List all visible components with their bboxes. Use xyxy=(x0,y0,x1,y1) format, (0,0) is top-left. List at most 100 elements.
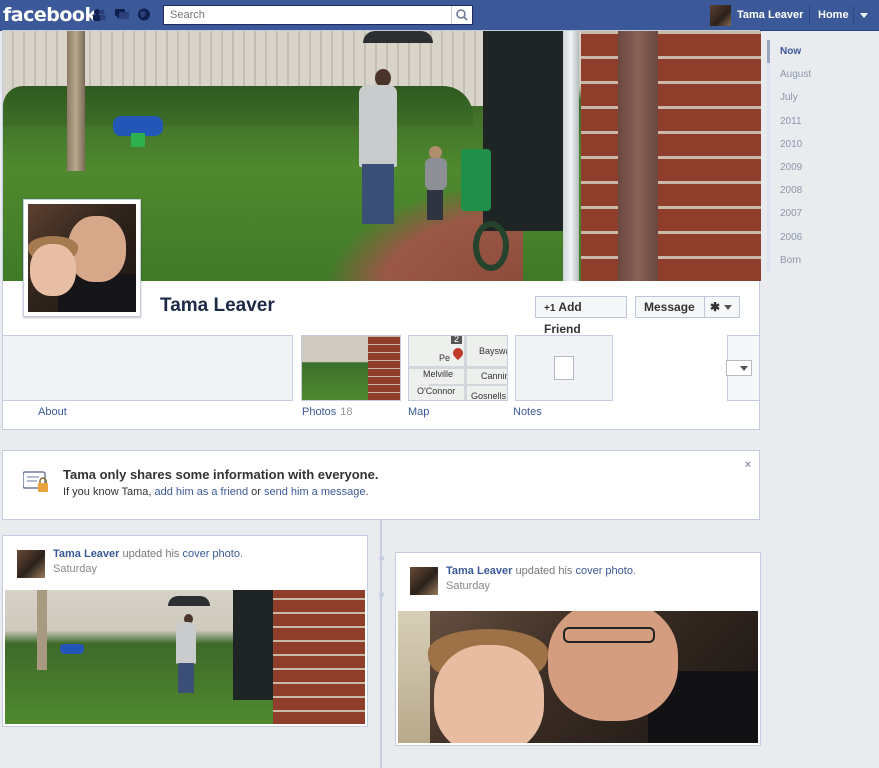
cover-umbrella xyxy=(363,31,433,43)
map-tile[interactable]: 2 Bayswater Pe Melville Canning O'Connor… xyxy=(408,335,508,401)
privacy-notice: Tama only shares some information with e… xyxy=(2,450,760,520)
friend-requests-icon[interactable] xyxy=(92,8,106,21)
story-header: Tama Leaver updated his cover photo. xyxy=(446,565,636,577)
map-label: Melville xyxy=(423,369,454,379)
gear-icon: ✱ xyxy=(710,300,721,314)
message-button[interactable]: Message xyxy=(635,296,705,318)
more-tiles xyxy=(726,335,759,401)
lock-profile-icon xyxy=(23,471,48,492)
nav-user-name[interactable]: Tama Leaver xyxy=(737,9,803,21)
notifications-globe-icon[interactable] xyxy=(137,8,151,21)
story-author-link[interactable]: Tama Leaver xyxy=(53,548,119,560)
map-label: O'Connor xyxy=(417,386,456,396)
search-input[interactable] xyxy=(164,6,456,24)
cover-column xyxy=(618,31,658,281)
story-author-avatar[interactable] xyxy=(410,567,438,595)
map-label: Bayswater xyxy=(479,346,507,356)
scrubber-item-july[interactable]: July xyxy=(767,86,879,110)
scrubber-item-2009[interactable]: 2009 xyxy=(767,155,879,180)
privacy-notice-title: Tama only shares some information with e… xyxy=(63,467,379,482)
nav-divider xyxy=(853,6,854,24)
photos-link-label: Photos xyxy=(302,406,337,418)
notes-link[interactable]: Notes xyxy=(513,406,542,418)
chevron-down-icon xyxy=(724,305,733,311)
cover-person-adult xyxy=(347,59,402,259)
cover-watering-can xyxy=(461,149,491,211)
story-photo[interactable] xyxy=(5,590,365,724)
story-timestamp[interactable]: Saturday xyxy=(53,563,97,575)
story-action-text: updated his xyxy=(119,548,183,560)
profile-name: Tama Leaver xyxy=(160,295,275,316)
search-button[interactable] xyxy=(451,6,472,24)
more-tiles-button[interactable] xyxy=(726,360,752,376)
timeline-year-scrubber: Now August July 2011 2010 2009 2008 2007… xyxy=(767,40,879,272)
facebook-logo[interactable]: facebook xyxy=(3,4,97,26)
story-photo[interactable] xyxy=(398,611,758,743)
story-author-link[interactable]: Tama Leaver xyxy=(446,565,512,577)
close-icon[interactable]: × xyxy=(745,459,751,471)
map-pin-icon xyxy=(450,345,466,361)
privacy-text-prefix: If you know Tama, xyxy=(63,486,155,498)
timeline-story: Tama Leaver updated his cover photo. Sat… xyxy=(2,535,368,727)
account-menu-chevron-down-icon[interactable] xyxy=(860,13,868,18)
profile-picture-image xyxy=(28,204,136,312)
map-label: Pe xyxy=(439,353,451,363)
add-friend-icon: +1 xyxy=(544,303,556,314)
about-link[interactable]: About xyxy=(38,406,67,418)
scrubber-item-2008[interactable]: 2008 xyxy=(767,179,879,203)
privacy-notice-text: If you know Tama, add him as a friend or… xyxy=(63,486,369,498)
photos-link[interactable]: Photos 18 xyxy=(302,406,353,418)
story-timestamp[interactable]: Saturday xyxy=(446,580,490,592)
photos-count: 18 xyxy=(340,406,353,418)
story-end: . xyxy=(632,565,636,577)
map-badge: 2 xyxy=(451,336,463,344)
cover-sandpit-stand xyxy=(131,133,145,147)
cover-person-child xyxy=(419,146,453,221)
messages-icon[interactable] xyxy=(115,8,129,21)
nav-divider xyxy=(809,6,810,24)
privacy-text-suffix: . xyxy=(365,486,369,498)
about-tile[interactable] xyxy=(3,335,293,401)
top-navigation-bar: facebook Tama Leaver Home xyxy=(0,0,879,31)
profile-header: Tama Leaver +1 Add Friend Message ✱ 2 Bay… xyxy=(2,30,761,430)
add-friend-link[interactable]: add him as a friend xyxy=(155,486,249,498)
timeline-dot xyxy=(379,556,384,561)
story-end: . xyxy=(239,548,243,560)
notes-icon xyxy=(554,356,574,380)
nav-user-avatar[interactable] xyxy=(710,5,731,26)
scrubber-item-august[interactable]: August xyxy=(767,63,879,87)
scrubber-item-born[interactable]: Born xyxy=(767,248,879,272)
search-icon xyxy=(456,9,468,21)
search-box xyxy=(163,5,473,25)
profile-picture[interactable] xyxy=(23,199,141,317)
scrubber-item-2007[interactable]: 2007 xyxy=(767,202,879,226)
scrubber-item-now[interactable]: Now xyxy=(767,40,879,64)
nav-home-link[interactable]: Home xyxy=(818,9,849,21)
add-friend-button[interactable]: +1 Add Friend xyxy=(535,296,627,336)
cover-window xyxy=(483,31,569,231)
scrubber-item-2006[interactable]: 2006 xyxy=(767,225,879,249)
timeline-story: Tama Leaver updated his cover photo. Sat… xyxy=(395,552,761,746)
send-message-link[interactable]: send him a message xyxy=(264,486,366,498)
map-label: Gosnells xyxy=(471,391,507,401)
notes-tile[interactable] xyxy=(515,335,613,401)
chevron-down-icon xyxy=(740,366,748,371)
scrubber-item-2010[interactable]: 2010 xyxy=(767,132,879,156)
cover-photo-link[interactable]: cover photo xyxy=(575,565,632,577)
story-action-text: updated his xyxy=(512,565,576,577)
story-author-avatar[interactable] xyxy=(17,550,45,578)
scrubber-item-2011[interactable]: 2011 xyxy=(767,109,879,133)
profile-options-button[interactable]: ✱ xyxy=(704,296,740,318)
message-label: Message xyxy=(644,300,695,314)
map-link[interactable]: Map xyxy=(408,406,429,418)
cover-hose xyxy=(473,221,509,271)
photos-tile[interactable] xyxy=(301,335,401,401)
map-label: Canning xyxy=(481,371,507,381)
cover-tree xyxy=(67,31,85,171)
privacy-text-middle: or xyxy=(248,486,264,498)
cover-brick-wall xyxy=(581,31,761,281)
story-header: Tama Leaver updated his cover photo. xyxy=(53,548,243,560)
timeline-dot xyxy=(379,592,384,597)
cover-photo-link[interactable]: cover photo xyxy=(182,548,239,560)
cover-pipe xyxy=(563,31,579,281)
